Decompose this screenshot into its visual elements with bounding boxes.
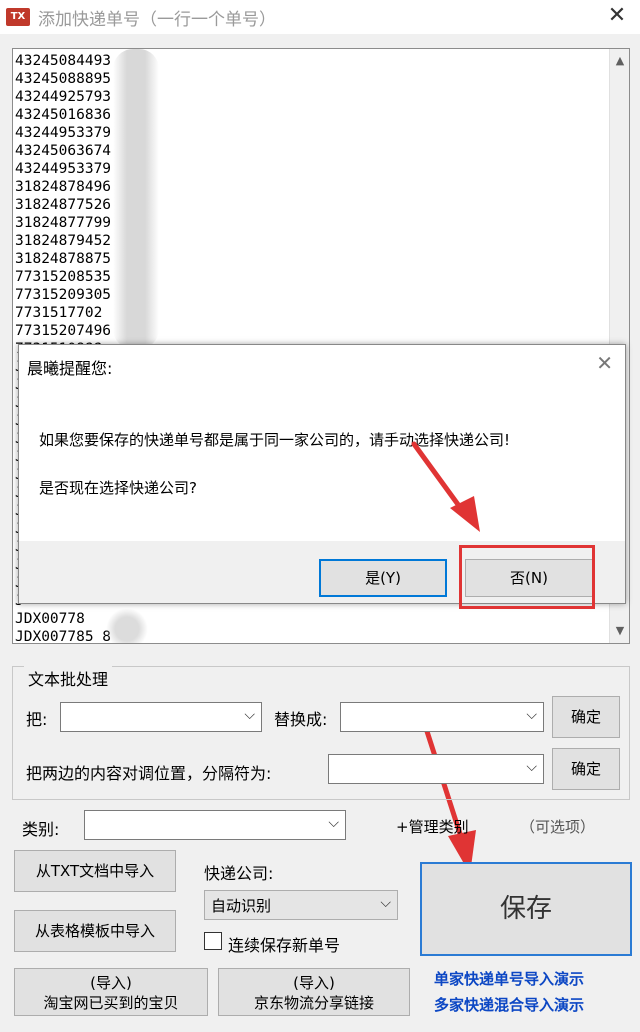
dialog-close-icon[interactable]: ✕ (596, 351, 613, 375)
batch-group-title: 文本批处理 (24, 666, 113, 690)
import-taobao-button[interactable]: (导入) 淘宝网已买到的宝贝 (14, 968, 208, 1016)
jd-line1: (导入) (293, 974, 335, 992)
tracking-line: 43245084493 (15, 53, 112, 69)
chevron-down-icon: ⌵ (526, 707, 537, 723)
replace-from-label: 把: (26, 710, 48, 729)
dialog-message-line2: 是否现在选择快递公司? (39, 479, 197, 497)
annotation-arrow-icon (411, 441, 480, 532)
continuous-save-label: 连续保存新单号 (228, 936, 341, 955)
tracking-line: 7731517702 (15, 305, 103, 321)
tracking-line: 31824877526 (15, 197, 112, 213)
window-close-button[interactable]: ✕ (604, 2, 630, 30)
import-txt-button[interactable]: 从TXT文档中导入 (14, 850, 176, 892)
tracking-line: JDX00778 (15, 611, 85, 627)
highlight-box (459, 545, 595, 609)
scroll-down-arrow-icon[interactable]: ▼ (610, 621, 629, 641)
privacy-blur-bottom (105, 609, 149, 643)
title-bar: TX 添加快递单号（一行一个单号） ✕ (0, 0, 640, 34)
continuous-save-checkbox[interactable] (204, 932, 222, 950)
import-jd-button[interactable]: (导入) 京东物流分享链接 (218, 968, 410, 1016)
confirm-replace-button[interactable]: 确定 (552, 696, 620, 738)
tracking-line: JDX007785 8 (15, 629, 112, 644)
separator-combo[interactable]: ⌵ (328, 754, 544, 784)
tracking-line: 43245088895 (15, 71, 112, 87)
chevron-down-icon: ⌵ (526, 759, 537, 775)
category-combo[interactable]: ⌵ (84, 810, 346, 840)
tracking-line: 43244953379 (15, 161, 112, 177)
tracking-line: 31824877799 (15, 215, 112, 231)
swap-label: 把两边的内容对调位置，分隔符为: (26, 764, 272, 783)
import-excel-button[interactable]: 从表格模板中导入 (14, 910, 176, 952)
tracking-line: 43244925793 (15, 89, 112, 105)
app-icon: TX (6, 8, 30, 26)
manage-category-link[interactable]: +管理类别 (396, 816, 469, 837)
save-button[interactable]: 保存 (420, 862, 632, 956)
replace-from-combo[interactable]: ⌵ (60, 702, 262, 732)
dialog-body: 晨曦提醒您: ✕ 如果您要保存的快递单号都是属于同一家公司的，请手动选择快递公司… (19, 345, 625, 541)
single-courier-demo-link[interactable]: 单家快递单号导入演示 (434, 968, 584, 989)
window-title: 添加快递单号（一行一个单号） (38, 10, 276, 30)
courier-selected: 自动识别 (211, 897, 272, 915)
tracking-line: 43245016836 (15, 107, 112, 123)
tracking-line: 77315209305 (15, 287, 112, 303)
taobao-line1: (导入) (90, 974, 132, 992)
taobao-line2: 淘宝网已买到的宝贝 (43, 994, 179, 1012)
replace-to-combo[interactable]: ⌵ (340, 702, 544, 732)
chevron-down-icon: ⌵ (380, 895, 391, 911)
tracking-line: 77315208535 (15, 269, 112, 285)
replace-to-label: 替换成: (274, 710, 328, 729)
tracking-line: 43245063674 (15, 143, 112, 159)
tracking-line: 43244953379 (15, 125, 112, 141)
scroll-up-arrow-icon[interactable]: ▲ (610, 51, 629, 71)
multi-courier-demo-link[interactable]: 多家快递混合导入演示 (434, 994, 584, 1015)
category-label: 类别: (22, 820, 60, 839)
courier-label: 快递公司: (204, 864, 274, 883)
reminder-dialog: 晨曦提醒您: ✕ 如果您要保存的快递单号都是属于同一家公司的，请手动选择快递公司… (18, 344, 626, 609)
jd-line2: 京东物流分享链接 (253, 994, 374, 1012)
yes-button[interactable]: 是(Y) (319, 559, 447, 597)
tracking-line: 31824878875 (15, 251, 112, 267)
dialog-title: 晨曦提醒您: (27, 359, 113, 378)
tracking-line: 31824878496 (15, 179, 112, 195)
chevron-down-icon: ⌵ (328, 815, 339, 831)
chevron-down-icon: ⌵ (244, 707, 255, 723)
courier-combo[interactable]: 自动识别 ⌵ (204, 890, 398, 920)
privacy-blur (113, 49, 159, 349)
tracking-line: 31824879452 (15, 233, 112, 249)
tracking-line: 77315207496 (15, 323, 112, 339)
optional-label: （可选项） (520, 818, 596, 836)
confirm-swap-button[interactable]: 确定 (552, 748, 620, 790)
